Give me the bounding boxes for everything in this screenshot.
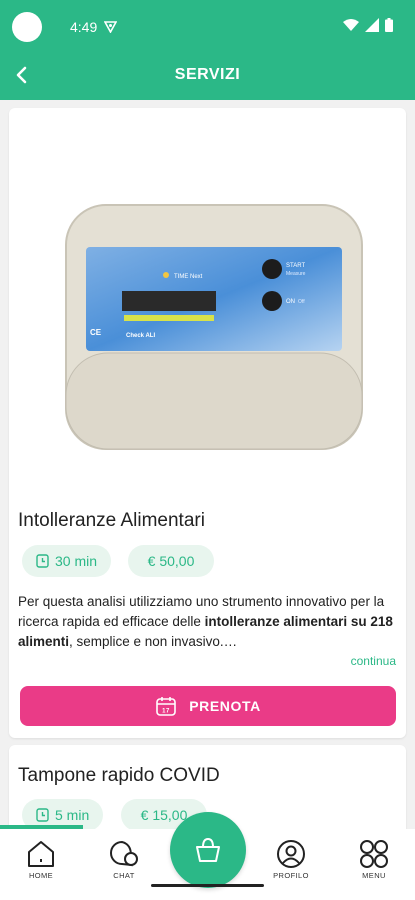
system-icons <box>343 18 393 32</box>
service-description: Per questa analisi utilizziamo uno strum… <box>18 592 396 652</box>
duration-text: 5 min <box>55 807 90 823</box>
device-start-sub-label: Measure <box>286 271 306 277</box>
status-time: 4:49 <box>70 19 98 35</box>
svg-text:17: 17 <box>162 709 170 715</box>
shopping-basket-icon <box>196 837 220 862</box>
battery-icon <box>385 18 393 32</box>
service-card[interactable]: TIME Next START Measure ON Off CE Check … <box>9 108 406 738</box>
price-badge: € 50,00 <box>128 545 214 577</box>
vpn-icon <box>104 21 117 33</box>
app-header: 4:49 SERVIZI <box>0 0 415 100</box>
device-on-label: ON <box>286 299 295 305</box>
page-title: SERVIZI <box>174 66 241 83</box>
device-time-label: TIME Next <box>174 274 203 280</box>
clock-icon <box>36 554 49 568</box>
user-icon <box>277 840 305 868</box>
device-brand-label: Check ALI <box>126 333 155 339</box>
description-text-end: , semplice e non invasivo.… <box>69 634 238 649</box>
read-more-link[interactable]: continua <box>351 654 396 668</box>
nav-menu[interactable]: MENU <box>344 839 404 880</box>
grid-menu-icon <box>360 840 388 868</box>
nav-chat-label: CHAT <box>113 871 135 880</box>
device-on-sub-label: Off <box>298 299 305 305</box>
nav-profile[interactable]: PROFILO <box>261 839 321 880</box>
nav-home[interactable]: HOME <box>11 839 71 880</box>
price-text: € 50,00 <box>147 553 195 569</box>
wifi-icon <box>343 18 359 31</box>
clock-icon <box>36 808 49 822</box>
signal-icon <box>365 18 379 32</box>
duration-text: 30 min <box>55 553 98 569</box>
book-button[interactable]: 17 PRENOTA <box>20 686 396 726</box>
home-icon <box>28 841 54 867</box>
calendar-icon: 17 <box>156 697 176 716</box>
device-start-label: START <box>286 263 305 269</box>
duration-badge: 30 min <box>22 545 112 577</box>
service-title: Intolleranze Alimentari <box>18 510 205 531</box>
nav-chat[interactable]: CHAT <box>94 839 154 880</box>
service-image: TIME Next START Measure ON Off CE Check … <box>65 204 363 450</box>
book-button-label: PRENOTA <box>189 698 261 714</box>
gesture-home-indicator[interactable] <box>151 884 264 887</box>
device-ce-mark: CE <box>90 328 102 337</box>
price-text: € 15,00 <box>140 807 188 823</box>
service-title: Tampone rapido COVID <box>18 765 220 786</box>
top-bar: SERVIZI <box>0 56 415 96</box>
status-bar: 4:49 <box>0 0 415 52</box>
cart-button[interactable] <box>170 812 246 888</box>
nav-home-label: HOME <box>28 871 54 880</box>
chat-icon <box>110 840 138 867</box>
nav-menu-label: MENU <box>362 871 386 880</box>
camera-cutout <box>12 12 42 42</box>
nav-profile-label: PROFILO <box>273 871 309 880</box>
